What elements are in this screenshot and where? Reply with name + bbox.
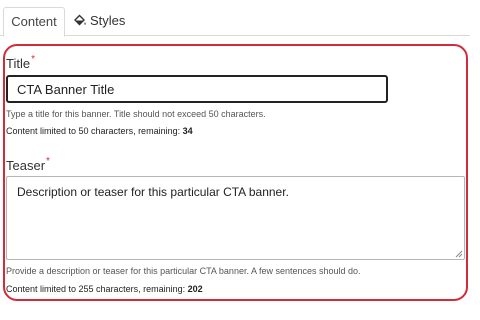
tab-content[interactable]: Content <box>3 7 65 37</box>
title-remaining-count: 34 <box>182 126 193 136</box>
title-help-text: Type a title for this banner. Title shou… <box>6 109 266 119</box>
title-label: Title* <box>6 54 35 71</box>
teaser-textarea[interactable]: Description or teaser for this particula… <box>6 176 465 260</box>
title-label-text: Title <box>6 56 31 71</box>
paint-bucket-icon <box>73 9 87 26</box>
teaser-help-text: Provide a description or teaser for this… <box>6 266 361 276</box>
teaser-limit-text: Content limited to 255 characters, remai… <box>6 284 188 294</box>
required-mark: * <box>31 54 35 65</box>
tab-styles[interactable]: Styles <box>73 7 133 37</box>
resize-handle-icon[interactable] <box>455 250 463 258</box>
tab-styles-label: Styles <box>90 13 126 28</box>
teaser-label-text: Teaser <box>6 158 46 173</box>
tab-content-label: Content <box>11 14 57 29</box>
teaser-char-limit: Content limited to 255 characters, remai… <box>6 284 203 294</box>
teaser-remaining-count: 202 <box>187 284 203 294</box>
title-limit-text: Content limited to 50 characters, remain… <box>6 126 183 136</box>
title-char-limit: Content limited to 50 characters, remain… <box>6 126 193 136</box>
required-mark: * <box>46 156 50 167</box>
title-input[interactable] <box>6 75 388 103</box>
cta-banner-editor: Content Styles Title* Type a title for t… <box>0 0 480 320</box>
tab-bar: Content Styles <box>0 0 470 37</box>
teaser-label: Teaser* <box>6 156 50 173</box>
